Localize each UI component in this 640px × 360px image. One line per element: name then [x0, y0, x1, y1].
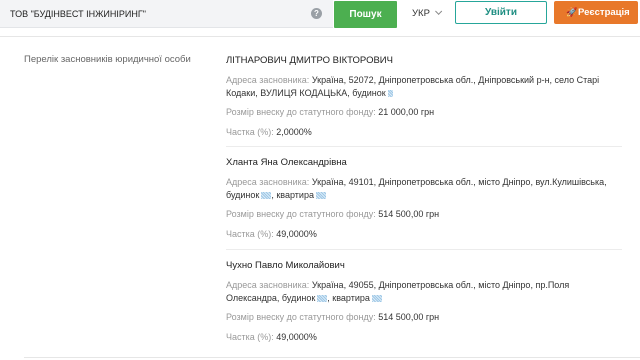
masked-value: [387, 89, 393, 97]
top-bar: ? Пошук УКР Увійти 🚀Реєстрація: [0, 0, 640, 30]
section-divider: [24, 357, 640, 358]
founder-capital: Розмір внеску до статутного фонду: 21 00…: [226, 106, 621, 119]
capital-label: Розмір внеску до статутного фонду:: [226, 312, 376, 322]
founder-address: Адреса засновника: Україна, 49101, Дніпр…: [226, 176, 621, 201]
capital-value: 21 000,00 грн: [378, 107, 435, 117]
address-line1: Україна, 49055, Дніпропетровська обл., м…: [311, 280, 570, 290]
founder-name: ЛІТНАРОВИЧ ДМИТРО ВІКТОРОВИЧ: [226, 55, 393, 66]
question-circle-icon[interactable]: ?: [311, 8, 322, 19]
share-label: Частка (%):: [226, 331, 274, 342]
address-line2a: будинок: [226, 189, 260, 200]
register-button[interactable]: 🚀Реєстрація: [554, 1, 638, 24]
founder-share: Частка (%): 2,0000%: [226, 126, 621, 139]
founder-entry: Чухно Павло Миколайович Адреса засновник…: [226, 260, 621, 343]
address-line1: Україна, 52072, Дніпропетровська обл., Д…: [311, 75, 600, 85]
capital-label: Розмір внеску до статутного фонду:: [226, 209, 376, 219]
address-label: Адреса засновника:: [226, 177, 310, 187]
language-select[interactable]: УКР: [412, 2, 446, 26]
share-value: 49,0000%: [276, 331, 317, 342]
founder-address: Адреса засновника: Україна, 49055, Дніпр…: [226, 279, 621, 304]
address-line2a: Олександра, будинок: [226, 292, 316, 303]
share-label: Частка (%):: [226, 228, 274, 239]
founder-capital: Розмір внеску до статутного фонду: 514 5…: [226, 311, 621, 324]
search-input[interactable]: [0, 0, 300, 28]
masked-value: [371, 294, 382, 302]
share-value: 49,0000%: [276, 228, 317, 239]
masked-value: [317, 294, 328, 302]
masked-value: [315, 191, 326, 199]
header-divider: [0, 36, 640, 37]
founder-divider: [226, 146, 622, 147]
founder-capital: Розмір внеску до статутного фонду: 514 5…: [226, 208, 621, 221]
address-line2b: , квартира: [327, 292, 370, 303]
founders-section-label: Перелік засновників юридичної особи: [24, 54, 191, 65]
login-button[interactable]: Увійти: [455, 1, 547, 24]
search-button[interactable]: Пошук: [334, 1, 397, 28]
founder-share: Частка (%): 49,0000%: [226, 331, 621, 344]
address-line2b: , квартира: [271, 189, 314, 200]
chevron-down-icon: [434, 7, 443, 15]
address-label: Адреса засновника:: [226, 280, 310, 290]
capital-value: 514 500,00 грн: [378, 312, 440, 322]
register-label: Реєстрація: [578, 7, 630, 18]
capital-value: 514 500,00 грн: [378, 209, 440, 219]
search-box: ?: [0, 0, 333, 28]
share-value: 2,0000%: [276, 126, 312, 137]
capital-label: Розмір внеску до статутного фонду:: [226, 107, 376, 117]
founder-divider: [226, 249, 622, 250]
address-label: Адреса засновника:: [226, 75, 310, 85]
founder-name: Чухно Павло Миколайович: [226, 260, 345, 271]
address-line1: Україна, 49101, Дніпропетровська обл., м…: [311, 177, 607, 187]
language-label: УКР: [412, 8, 430, 19]
rocket-icon: 🚀: [566, 7, 578, 17]
founder-entry: Хланта Яна Олександрівна Адреса засновни…: [226, 157, 621, 240]
founder-share: Частка (%): 49,0000%: [226, 228, 621, 241]
masked-value: [261, 191, 272, 199]
founder-address: Адреса засновника: Україна, 52072, Дніпр…: [226, 74, 621, 99]
founder-entry: ЛІТНАРОВИЧ ДМИТРО ВІКТОРОВИЧ Адреса засн…: [226, 55, 621, 138]
founder-name: Хланта Яна Олександрівна: [226, 157, 347, 168]
share-label: Частка (%):: [226, 126, 274, 137]
address-line2: Кодаки, ВУЛИЦЯ КОДАЦЬКА, будинок: [226, 87, 386, 98]
